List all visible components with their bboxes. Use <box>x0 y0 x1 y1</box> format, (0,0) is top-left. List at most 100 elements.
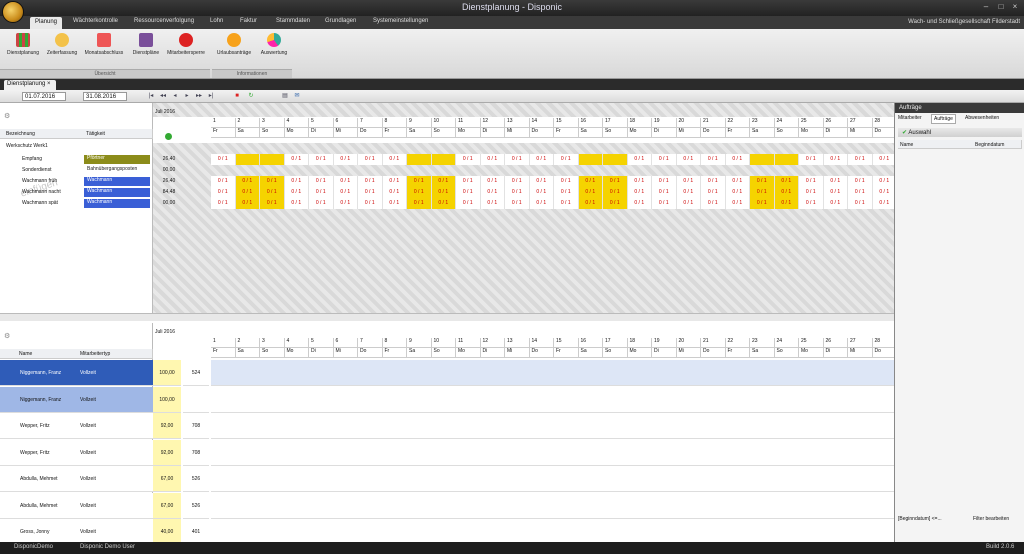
employee-name[interactable]: Abdulla, Mehmet <box>20 476 78 484</box>
slot-cell[interactable]: 0 / 1 <box>823 176 848 187</box>
slot-cell[interactable]: 0 / 1 <box>358 154 383 165</box>
slot-cell[interactable]: 0 / 1 <box>701 176 726 187</box>
slot-cell[interactable]: 0 / 1 <box>750 198 775 209</box>
prev-month-icon[interactable]: ◂◂ <box>160 93 166 100</box>
slot-cell[interactable]: 0 / 1 <box>505 198 530 209</box>
refresh-icon[interactable]: ↻ <box>248 93 254 100</box>
slot-cell[interactable]: 0 / 1 <box>578 187 603 198</box>
slot-cell[interactable] <box>431 154 456 165</box>
slot-cell[interactable]: 0 / 1 <box>799 198 824 209</box>
slot-cell[interactable]: 0 / 1 <box>235 187 260 198</box>
mitarbeitersperre-button[interactable]: Mitarbeitersperre <box>166 33 206 56</box>
slot-cell[interactable]: 0 / 1 <box>260 176 285 187</box>
prev-icon[interactable]: ◂ <box>172 93 178 100</box>
menu-ressourcenverfolgung[interactable]: Ressourcenverfolgung <box>134 18 194 24</box>
slot-cell[interactable]: 0 / 1 <box>333 198 358 209</box>
slot-cell[interactable]: 0 / 1 <box>701 198 726 209</box>
group-header[interactable]: Werkschutz Werk1 <box>6 143 48 149</box>
close-icon[interactable]: × <box>1009 2 1021 12</box>
slot-cell[interactable]: 0 / 1 <box>235 198 260 209</box>
slot-cell[interactable]: 0 / 1 <box>627 198 652 209</box>
row-task[interactable]: Wachmann <box>84 199 150 208</box>
slot-cell[interactable]: 0 / 1 <box>652 187 677 198</box>
slot-cell[interactable]: 0 / 1 <box>848 198 873 209</box>
slot-cell[interactable]: 0 / 1 <box>333 154 358 165</box>
slot-cell[interactable]: 0 / 1 <box>554 154 579 165</box>
row-name[interactable]: Wachmann nacht <box>22 189 82 198</box>
menu-waechterkontrolle[interactable]: Wächterkontrolle <box>73 18 118 24</box>
row-name[interactable]: Wachmann spät <box>22 200 82 209</box>
dienstplaene-button[interactable]: Dienstpläne <box>126 33 166 56</box>
col-taetigkeit[interactable]: Tätigkeit <box>86 131 105 137</box>
slot-cell[interactable]: 0 / 1 <box>823 187 848 198</box>
row-name[interactable]: Empfang <box>22 156 82 165</box>
minimize-icon[interactable]: – <box>980 2 992 12</box>
slot-cell[interactable] <box>750 154 775 165</box>
slot-cell[interactable]: 0 / 1 <box>652 154 677 165</box>
auswertung-button[interactable]: Auswertung <box>254 33 294 56</box>
urlaubsantraege-button[interactable]: Urlaubsanträge <box>214 33 254 56</box>
employee-name[interactable]: Niggemann, Franz <box>20 397 78 405</box>
settings-icon[interactable]: ⚙ <box>4 332 10 340</box>
slot-cell[interactable]: 0 / 1 <box>676 154 701 165</box>
slot-cell[interactable]: 0 / 1 <box>799 154 824 165</box>
zeiterfassung-button[interactable]: Zeiterfassung <box>42 33 82 56</box>
slot-cell[interactable]: 0 / 1 <box>456 187 481 198</box>
slot-cell[interactable]: 0 / 1 <box>848 176 873 187</box>
slot-cell[interactable]: 0 / 1 <box>309 187 334 198</box>
col-bezeichnung[interactable]: Bezeichnung <box>6 131 35 137</box>
slot-cell[interactable]: 0 / 1 <box>529 198 554 209</box>
tab-dienstplanung[interactable]: Dienstplanung × <box>4 80 56 90</box>
slot-cell[interactable] <box>407 154 432 165</box>
first-icon[interactable]: |◂ <box>148 93 154 100</box>
row-task[interactable]: Wachmann <box>84 177 150 186</box>
slot-cell[interactable]: 0 / 1 <box>480 198 505 209</box>
filter-edit-link[interactable]: Filter bearbeiten <box>973 516 1009 522</box>
slot-cell[interactable]: 0 / 1 <box>260 187 285 198</box>
slot-cell[interactable]: 0 / 1 <box>309 154 334 165</box>
slot-cell[interactable]: 0 / 1 <box>848 154 873 165</box>
mail-icon[interactable]: ✉ <box>294 93 300 100</box>
slot-cell[interactable]: 0 / 1 <box>725 198 750 209</box>
employee-name[interactable]: Wepper, Fritz <box>20 423 78 431</box>
row-task[interactable]: Wachmann <box>84 188 150 197</box>
slot-cell[interactable]: 0 / 1 <box>627 154 652 165</box>
employee-name[interactable]: Gross, Jonny <box>20 529 78 537</box>
employee-name[interactable]: Niggemann, Franz <box>20 370 78 378</box>
print-icon[interactable]: ▤ <box>282 93 288 100</box>
next-month-icon[interactable]: ▸▸ <box>196 93 202 100</box>
slot-cell[interactable]: 0 / 1 <box>480 187 505 198</box>
slot-cell[interactable]: 0 / 1 <box>505 176 530 187</box>
menu-systemeinstellungen[interactable]: Systemeinstellungen <box>373 18 428 24</box>
slot-cell[interactable]: 0 / 1 <box>382 176 407 187</box>
slot-cell[interactable]: 0 / 1 <box>627 187 652 198</box>
slot-cell[interactable]: 0 / 1 <box>211 176 236 187</box>
last-icon[interactable]: ▸| <box>208 93 214 100</box>
slot-cell[interactable]: 0 / 1 <box>823 198 848 209</box>
tab-auftraege[interactable]: Aufträge <box>931 114 956 124</box>
slot-cell[interactable]: 0 / 1 <box>799 187 824 198</box>
slot-cell[interactable]: 0 / 1 <box>529 154 554 165</box>
col-name[interactable]: Name <box>19 351 32 357</box>
slot-cell[interactable]: 0 / 1 <box>284 154 309 165</box>
close-tab-icon[interactable]: × <box>47 81 51 87</box>
slot-cell[interactable]: 0 / 1 <box>554 187 579 198</box>
slot-cell[interactable]: 0 / 1 <box>382 198 407 209</box>
add-icon[interactable] <box>165 133 172 140</box>
slot-cell[interactable]: 0 / 1 <box>554 198 579 209</box>
slot-cell[interactable]: 0 / 1 <box>725 154 750 165</box>
slot-cell[interactable]: 0 / 1 <box>284 176 309 187</box>
slot-cell[interactable]: 0 / 1 <box>456 154 481 165</box>
slot-cell[interactable]: 0 / 1 <box>358 187 383 198</box>
col-beginndatum[interactable]: Beginndatum <box>975 142 1004 148</box>
delete-icon[interactable]: ■ <box>234 93 240 100</box>
auswahl-bar[interactable]: ✔ Auswahl <box>898 128 1022 137</box>
slot-cell[interactable] <box>603 154 628 165</box>
slot-cell[interactable]: 0 / 1 <box>603 187 628 198</box>
slot-cell[interactable]: 0 / 1 <box>260 198 285 209</box>
slot-cell[interactable]: 0 / 1 <box>431 187 456 198</box>
date-to-field[interactable]: 31.08.2016 <box>83 92 127 101</box>
menu-grundlagen[interactable]: Grundlagen <box>325 18 356 24</box>
slot-cell[interactable]: 0 / 1 <box>480 176 505 187</box>
slot-cell[interactable]: 0 / 1 <box>309 198 334 209</box>
